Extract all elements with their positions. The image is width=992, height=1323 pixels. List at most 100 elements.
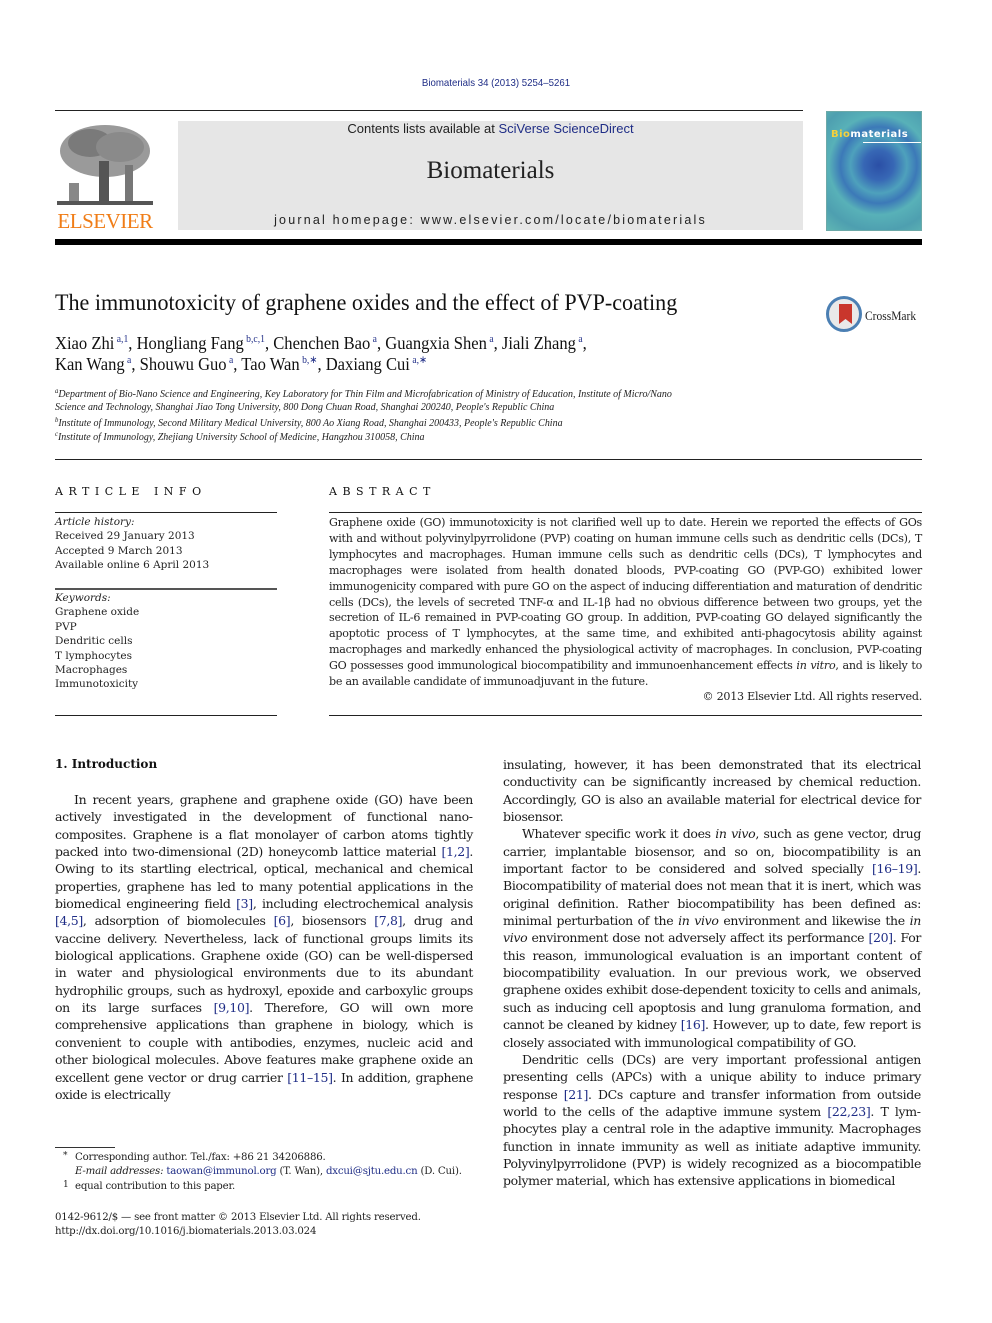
author-separator: , xyxy=(233,354,242,374)
affiliation-text: Institute of Immunology, Second Military… xyxy=(58,418,563,429)
keyword: T lymphocytes xyxy=(55,649,133,662)
contents-line: Contents lists available at SciVerse Sci… xyxy=(178,121,803,136)
crossmark-button[interactable]: CrossMark xyxy=(826,296,926,334)
email-link-cui[interactable]: dxcui@sjtu.edu.cn xyxy=(326,1166,418,1177)
author-affiliation-mark[interactable]: b,∗ xyxy=(300,355,317,366)
doi-link[interactable]: http://dx.doi.org/10.1016/j.biomaterials… xyxy=(55,1226,316,1237)
footnote-mark: * xyxy=(63,1151,68,1161)
journal-homepage-link[interactable]: journal homepage: www.elsevier.com/locat… xyxy=(178,213,803,227)
author-separator: , xyxy=(493,333,502,353)
article-history: Article history: Received 29 January 201… xyxy=(55,515,277,573)
author-affiliation-mark[interactable]: a,∗ xyxy=(410,355,427,366)
history-online: Available online 6 April 2013 xyxy=(55,559,210,572)
author-affiliation-mark[interactable]: b,c,1 xyxy=(244,334,265,345)
author-affiliation-mark[interactable]: a xyxy=(125,355,131,366)
paragraph: insulating, however, it has been demonst… xyxy=(503,757,921,825)
history-received: Received 29 January 2013 xyxy=(55,530,195,543)
author-separator: , xyxy=(317,354,326,374)
citation-link[interactable]: [20] xyxy=(868,930,893,945)
elsevier-wordmark: ELSEVIER xyxy=(57,209,153,233)
abstract-text: Graphene oxide (GO) immunotoxicity is no… xyxy=(329,515,922,690)
keywords: Keywords: Graphene oxide PVP Dendritic c… xyxy=(55,591,277,692)
author-affiliation-mark[interactable]: a xyxy=(227,355,233,366)
citation-link[interactable]: [22,23] xyxy=(827,1104,870,1119)
keyword: Immunotoxicity xyxy=(55,678,139,691)
abstract-text-part: Graphene oxide (GO) immunotoxicity is no… xyxy=(329,516,922,673)
author-name[interactable]: Guangxia Shen xyxy=(385,333,487,353)
italic-text: in vivo xyxy=(678,913,719,929)
contents-prefix: Contents lists available at xyxy=(347,121,499,136)
elsevier-logo[interactable]: ELSEVIER xyxy=(53,121,157,233)
front-matter-line: 0142-9612/$ — see front matter © 2013 El… xyxy=(55,1212,421,1223)
sciencedirect-link[interactable]: SciVerse ScienceDirect xyxy=(498,121,633,136)
journal-masthead: Contents lists available at SciVerse Sci… xyxy=(178,121,803,230)
citation-link[interactable]: [16–19] xyxy=(872,861,918,876)
paper-title: The immunotoxicity of graphene oxides an… xyxy=(55,290,678,316)
email-link-wan[interactable]: taowan@immunol.org xyxy=(166,1166,276,1177)
header-top-rule xyxy=(55,110,803,112)
footnote-equal-contribution: 1 equal contribution to this paper. xyxy=(63,1180,235,1192)
citation-link[interactable]: [11–15] xyxy=(287,1070,333,1085)
history-accepted: Accepted 9 March 2013 xyxy=(55,544,183,557)
citation-link[interactable]: [7,8] xyxy=(374,913,402,928)
divider xyxy=(329,512,922,513)
introduction-heading: 1. Introduction xyxy=(55,757,158,771)
header-thick-rule xyxy=(55,239,922,245)
citation-link[interactable]: [9,10] xyxy=(214,1000,250,1015)
author-name[interactable]: Hongliang Fang xyxy=(137,333,244,353)
journal-citation-link[interactable]: Biomaterials 34 (2013) 5254–5261 xyxy=(40,77,953,89)
citation-link[interactable]: [16] xyxy=(681,1017,706,1032)
affiliation-text: Department of Bio-Nano Science and Engin… xyxy=(58,389,672,400)
footnote-text: equal contribution to this paper. xyxy=(75,1181,236,1192)
author-affiliation-mark[interactable]: a xyxy=(487,334,493,345)
text-run: environment and likewise the xyxy=(718,913,910,929)
cover-title: Biomaterials xyxy=(831,129,908,140)
email-owner: (D. Cui). xyxy=(417,1166,462,1177)
author-affiliation-mark[interactable]: a xyxy=(370,334,377,345)
email-owner: (T. Wan), xyxy=(276,1166,326,1177)
authors-line-2: Kan Wang a, Shouwu Guo a, Tao Wan b,∗, D… xyxy=(55,354,427,375)
crossmark-ribbon-icon xyxy=(839,304,852,324)
citation-link[interactable]: [6] xyxy=(274,913,291,928)
affiliation-a-continued: Science and Technology, Shanghai Jiao To… xyxy=(55,402,555,413)
divider xyxy=(55,512,277,513)
citation-link[interactable]: [21] xyxy=(564,1087,589,1102)
body-column-right: insulating, however, it has been demonst… xyxy=(503,756,921,1190)
divider xyxy=(55,588,277,590)
author-name[interactable]: Kan Wang xyxy=(55,354,125,374)
citation-link[interactable]: [4,5] xyxy=(55,913,83,928)
body-column-left: In recent years, graphene and graphene o… xyxy=(55,791,473,1103)
footnote-text: Corresponding author. Tel./fax: +86 21 3… xyxy=(75,1152,326,1163)
keyword: Macrophages xyxy=(55,664,128,677)
citation-link[interactable]: [3] xyxy=(236,896,253,911)
article-info-heading: ARTICLE INFO xyxy=(55,485,207,498)
history-label: Article history: xyxy=(55,516,135,528)
author-separator: , xyxy=(128,333,137,353)
text-run: , adsorption of biomolecules xyxy=(82,913,274,929)
author-name[interactable]: Xiao Zhi xyxy=(55,333,114,353)
cover-title-accent: Bio xyxy=(831,129,851,140)
affiliation-b: bInstitute of Immunology, Second Militar… xyxy=(55,416,563,429)
author-separator: , xyxy=(582,333,587,353)
text-run: environment dose not adversely affect it… xyxy=(527,930,869,946)
author-name[interactable]: Shouwu Guo xyxy=(140,354,227,374)
paragraph: Dendritic cells (DCs) are very important… xyxy=(503,1051,921,1190)
affiliation-a: aDepartment of Bio-Nano Science and Engi… xyxy=(55,387,672,400)
author-name[interactable]: Tao Wan xyxy=(241,354,299,374)
divider xyxy=(55,715,277,716)
citation-link[interactable]: [1,2] xyxy=(441,844,469,859)
author-affiliation-mark[interactable]: a xyxy=(576,334,582,345)
author-name[interactable]: Daxiang Cui xyxy=(326,354,410,374)
email-label: E-mail addresses: xyxy=(75,1166,164,1177)
author-name[interactable]: Chenchen Bao xyxy=(273,333,370,353)
abstract-text-italic: in vitro xyxy=(796,659,836,673)
abstract-heading: ABSTRACT xyxy=(329,485,436,498)
author-name[interactable]: Jiali Zhang xyxy=(502,333,576,353)
text-run: In recent years, graphene and graphene o… xyxy=(55,792,473,860)
affiliations-rule xyxy=(55,459,922,460)
footnote-rule xyxy=(55,1147,115,1148)
author-affiliation-mark[interactable]: a,1 xyxy=(114,334,129,345)
journal-cover-image[interactable]: Biomaterials xyxy=(826,111,922,231)
affiliation-text: Institute of Immunology, Zhejiang Univer… xyxy=(57,432,425,443)
footnote-corresponding: * Corresponding author. Tel./fax: +86 21 … xyxy=(63,1151,326,1163)
